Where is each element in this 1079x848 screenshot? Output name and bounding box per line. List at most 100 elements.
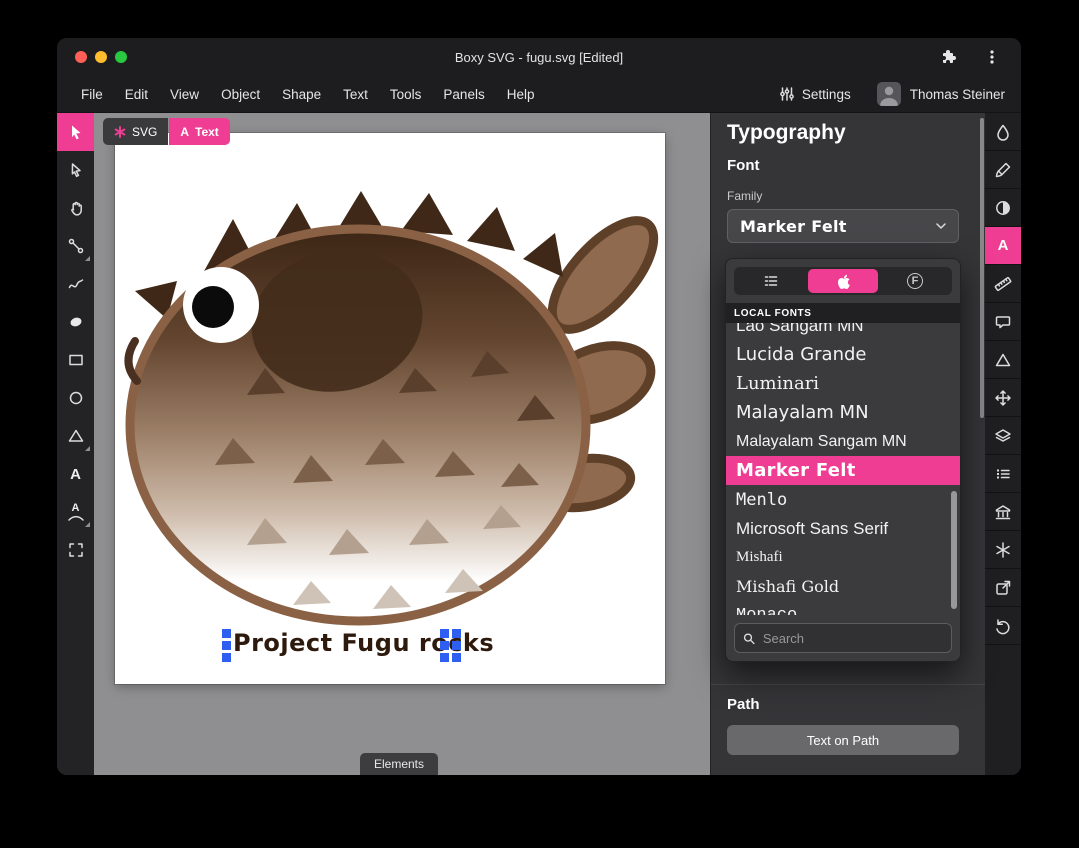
geometry-panel-button[interactable]	[985, 265, 1021, 303]
font-option[interactable]: Menlo	[726, 485, 960, 514]
font-option[interactable]: Malayalam Sangam MN	[726, 427, 960, 456]
freehand-icon	[67, 275, 85, 293]
extensions-icon[interactable]	[939, 48, 957, 66]
selection-handle[interactable]	[440, 641, 449, 650]
triangle-icon	[67, 427, 85, 445]
blob-icon	[67, 313, 85, 331]
path-panel-button[interactable]	[985, 341, 1021, 379]
path-section-heading: Path	[727, 696, 760, 713]
tab-font-list[interactable]	[736, 269, 806, 293]
menu-text[interactable]: Text	[332, 87, 379, 102]
menu-shape[interactable]: Shape	[271, 87, 332, 102]
selection-handle[interactable]	[452, 641, 461, 650]
blob-tool[interactable]	[57, 303, 94, 341]
menu-edit[interactable]: Edit	[114, 87, 159, 102]
font-option[interactable]: Lao Sangam MN	[726, 323, 960, 340]
typography-panel: Typography Font Family Marker Felt	[710, 113, 985, 775]
nodes-tool[interactable]	[57, 227, 94, 265]
selection-handle[interactable]	[222, 641, 231, 650]
layers-panel-button[interactable]	[985, 417, 1021, 455]
comments-panel-button[interactable]	[985, 303, 1021, 341]
elements-tab[interactable]: Elements	[360, 753, 438, 775]
library-panel-button[interactable]	[985, 493, 1021, 531]
triangle-outline-icon	[994, 351, 1012, 369]
chevron-down-icon	[936, 223, 946, 229]
move-arrows-icon	[994, 389, 1012, 407]
text-path-tool[interactable]: A	[57, 493, 94, 531]
overflow-menu-icon[interactable]	[983, 48, 1001, 66]
asterisk-icon	[994, 541, 1012, 559]
menu-view[interactable]: View	[159, 87, 210, 102]
selection-handle[interactable]	[440, 629, 449, 638]
selection-handle[interactable]	[222, 653, 231, 662]
close-window-button[interactable]	[75, 51, 87, 63]
user-avatar[interactable]	[877, 82, 901, 106]
zoom-window-button[interactable]	[115, 51, 127, 63]
fugu-illustration[interactable]	[115, 133, 665, 684]
stroke-panel-button[interactable]	[985, 151, 1021, 189]
breadcrumb-svg[interactable]: SVG	[103, 118, 168, 145]
generators-panel-button[interactable]	[985, 531, 1021, 569]
menubar: File Edit View Object Shape Text Tools P…	[57, 76, 1021, 113]
font-search-input[interactable]	[761, 630, 943, 647]
tab-apple-fonts[interactable]	[808, 269, 878, 293]
text-on-path-button[interactable]: Text on Path	[727, 725, 959, 755]
user-name[interactable]: Thomas Steiner	[910, 87, 1005, 102]
select-arrow-icon	[67, 123, 85, 141]
transform-panel-button[interactable]	[985, 379, 1021, 417]
pencil-tool[interactable]	[57, 265, 94, 303]
divider	[711, 684, 985, 685]
polygon-tool[interactable]	[57, 417, 94, 455]
typography-panel-button[interactable]: A	[985, 227, 1021, 265]
font-option[interactable]: Monaco	[726, 601, 960, 615]
edit-points-tool[interactable]	[57, 151, 94, 189]
fit-view-tool[interactable]	[57, 531, 94, 569]
text-tool[interactable]: A	[57, 455, 94, 493]
objects-panel-button[interactable]	[985, 455, 1021, 493]
font-family-select[interactable]: Marker Felt	[727, 209, 959, 243]
menu-file[interactable]: File	[73, 87, 114, 102]
selection-handle[interactable]	[452, 629, 461, 638]
layers-icon	[994, 427, 1012, 445]
panel-scrollbar[interactable]	[980, 118, 984, 418]
font-option-selected[interactable]: Marker Felt	[726, 456, 960, 485]
minimize-window-button[interactable]	[95, 51, 107, 63]
settings-button[interactable]: Settings	[779, 86, 851, 102]
selection-handle[interactable]	[222, 629, 231, 638]
menu-help[interactable]: Help	[496, 87, 546, 102]
fontshare-icon: F	[907, 273, 923, 289]
breadcrumb-text[interactable]: A Text	[169, 118, 229, 145]
ellipse-tool[interactable]	[57, 379, 94, 417]
tab-fontshare[interactable]: F	[880, 269, 950, 293]
compositing-panel-button[interactable]	[985, 189, 1021, 227]
export-panel-button[interactable]	[985, 569, 1021, 607]
menu-panels[interactable]: Panels	[432, 87, 495, 102]
fit-view-icon	[67, 541, 85, 559]
speech-bubble-icon	[994, 313, 1012, 331]
canvas[interactable]: SVG A Text	[94, 113, 710, 775]
font-option[interactable]: Mishafi	[726, 543, 960, 572]
text-path-a-icon: A	[72, 503, 80, 514]
menu-tools[interactable]: Tools	[379, 87, 433, 102]
selection-handle[interactable]	[452, 653, 461, 662]
font-option[interactable]: Luminari	[726, 369, 960, 398]
ruler-icon	[994, 275, 1012, 293]
rectangle-tool[interactable]	[57, 341, 94, 379]
pan-tool[interactable]	[57, 189, 94, 227]
fill-icon	[994, 123, 1012, 141]
selection-handle[interactable]	[440, 653, 449, 662]
select-tool[interactable]	[57, 113, 94, 151]
font-option[interactable]: Malayalam MN	[726, 398, 960, 427]
font-option[interactable]: Mishafi Gold	[726, 572, 960, 601]
artboard[interactable]: Project Fugu rocks	[115, 133, 665, 684]
local-fonts-header: LOCAL FONTS	[726, 303, 960, 323]
font-option[interactable]: Microsoft Sans Serif	[726, 514, 960, 543]
fill-panel-button[interactable]	[985, 113, 1021, 151]
app-window: Boxy SVG - fugu.svg [Edited] File Edit V…	[57, 38, 1021, 775]
history-panel-button[interactable]	[985, 607, 1021, 645]
brush-icon	[994, 161, 1012, 179]
menu-object[interactable]: Object	[210, 87, 271, 102]
font-option[interactable]: Lucida Grande	[726, 340, 960, 369]
left-toolbar: A A	[57, 113, 94, 775]
font-list-scrollbar[interactable]	[951, 491, 957, 609]
